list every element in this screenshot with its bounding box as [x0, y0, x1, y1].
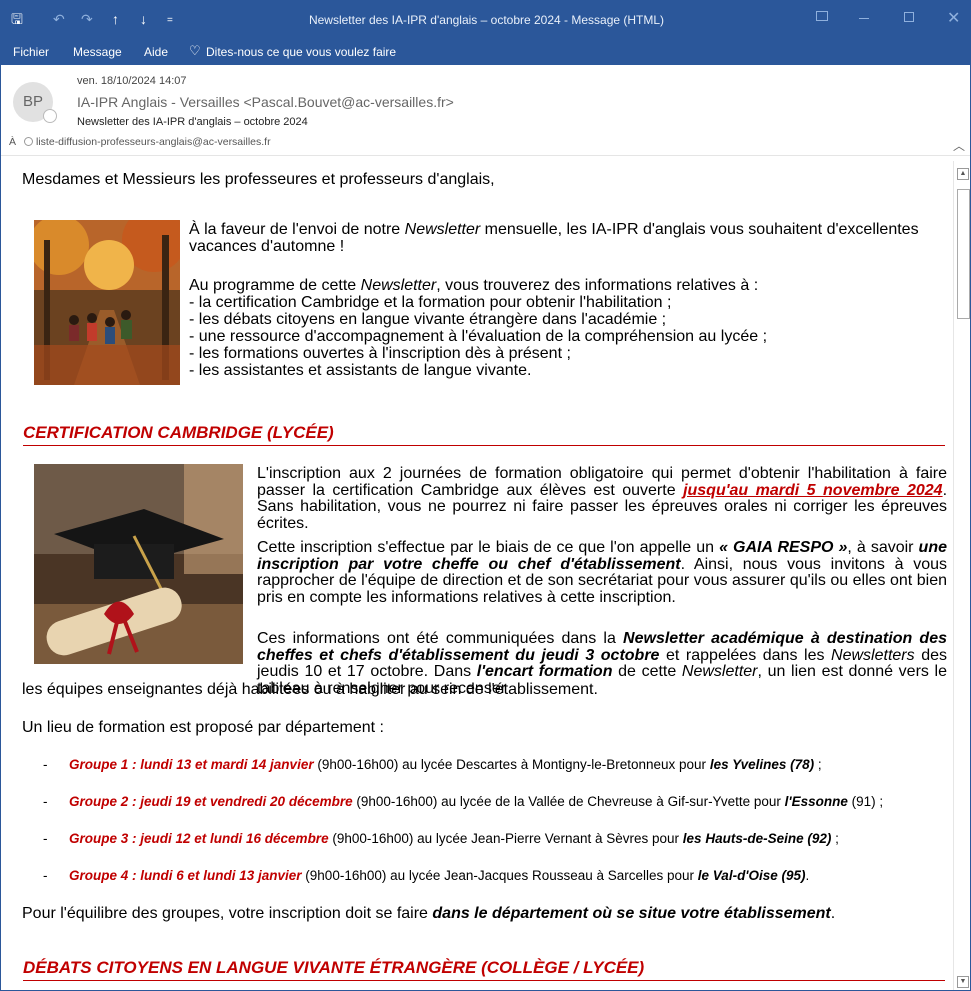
- section-heading-cambridge: CERTIFICATION CAMBRIDGE (LYCÉE): [23, 422, 945, 446]
- program-item-3: - une ressource d'accompagnement à l'éva…: [189, 328, 768, 345]
- info-text-2: et rappelées dans les: [659, 646, 832, 664]
- sender-name[interactable]: IA-IPR Anglais - Versailles <Pascal.Bouv…: [77, 93, 454, 111]
- program-item-4: - les formations ouvertes à l'inscriptio…: [189, 345, 571, 362]
- group-3-end: ;: [831, 831, 839, 846]
- intro-paragraph: À la faveur de l'envoi de notre Newslett…: [189, 221, 947, 255]
- menu-file[interactable]: Fichier: [13, 45, 49, 59]
- gaia-respo: « GAIA RESPO »: [719, 539, 848, 556]
- program-item-1: - la certification Cambridge et la forma…: [189, 294, 672, 311]
- program-newsletter: Newsletter: [360, 277, 437, 294]
- scroll-thumb[interactable]: [957, 189, 970, 319]
- ribbon-display-icon[interactable]: [816, 11, 828, 21]
- newsletters-word: Newsletters: [831, 646, 915, 664]
- program-item-5: - les assistantes et assistants de langu…: [189, 362, 532, 379]
- group-2-dates: Groupe 2 : jeudi 19 et vendredi 20 décem…: [69, 794, 353, 809]
- bullet-dash: -: [43, 831, 48, 846]
- equilibre-end: .: [830, 905, 836, 922]
- equilibre-text: Pour l'équilibre des groupes, votre insc…: [22, 905, 433, 922]
- vertical-scrollbar[interactable]: ▲ ▼: [953, 161, 970, 990]
- menu-help[interactable]: Aide: [144, 45, 168, 59]
- presence-status-icon: [43, 109, 57, 123]
- lightbulb-icon: ♡: [189, 43, 201, 58]
- recipient-status-icon: [24, 137, 34, 146]
- gaia-text: Cette inscription s'effectue par le biai…: [257, 539, 720, 556]
- encart-formation: l'encart formation: [476, 663, 613, 680]
- equilibre-paragraph: Pour l'équilibre des groupes, votre insc…: [22, 905, 835, 923]
- scroll-up-icon[interactable]: ▲: [957, 168, 969, 180]
- group-2-department: l'Essonne: [784, 794, 848, 809]
- autumn-children-image: [34, 220, 180, 385]
- bullet-dash: -: [43, 757, 48, 772]
- section-heading-debats: DÉBATS CITOYENS EN LANGUE VIVANTE ÉTRANG…: [23, 957, 945, 981]
- info-text: Ces informations ont été communiquées da…: [257, 630, 624, 647]
- recipient-address[interactable]: liste-diffusion-professeurs-anglais@ac-v…: [36, 136, 271, 148]
- intro-newsletter: Newsletter: [404, 221, 481, 238]
- registration-deadline: jusqu'au mardi 5 novembre 2024: [683, 481, 943, 499]
- group-4-end: .: [805, 868, 810, 883]
- gaia-text-mid: , à savoir: [847, 539, 919, 556]
- group-3-dates: Groupe 3 : jeudi 12 et lundi 16 décembre: [69, 831, 329, 846]
- group-2-location: (9h00-16h00) au lycée de la Vallée de Ch…: [352, 794, 785, 809]
- group-2-end: (91) ;: [847, 794, 884, 809]
- program-text-end: , vous trouverez des informations relati…: [436, 277, 759, 294]
- to-label: À: [9, 136, 17, 148]
- maximize-icon[interactable]: [904, 12, 914, 22]
- menu-message[interactable]: Message: [73, 45, 122, 59]
- close-icon[interactable]: ✕: [947, 8, 960, 28]
- recipient-line: Àliste-diffusion-professeurs-anglais@ac-…: [9, 135, 271, 149]
- group-1-end: ;: [814, 757, 822, 772]
- sent-date: ven. 18/10/2024 14:07: [77, 75, 187, 87]
- group-4-dates: Groupe 4 : lundi 6 et lundi 13 janvier: [69, 868, 302, 883]
- program-intro: Au programme de cette Newsletter, vous t…: [189, 277, 758, 295]
- info-text-4: de cette: [612, 663, 682, 680]
- cambridge-paragraph-1: L'inscription aux 2 journées de formatio…: [257, 465, 947, 532]
- group-1-dates: Groupe 1 : lundi 13 et mardi 14 janvier: [69, 757, 314, 772]
- title-bar: 🖫 ↶ ↷ ↑ ↓ = Newsletter des IA-IPR d'angl…: [1, 1, 970, 39]
- cambridge-paragraph-2: Cette inscription s'effectue par le biai…: [257, 539, 947, 606]
- group-4-department: le Val-d'Oise (95): [697, 868, 806, 883]
- collapse-header-icon[interactable]: ︿: [953, 137, 965, 154]
- lieu-formation: Un lieu de formation est proposé par dép…: [22, 719, 384, 736]
- group-3-location: (9h00-16h00) au lycée Jean-Pierre Vernan…: [328, 831, 683, 846]
- intro-text: À la faveur de l'envoi de notre: [189, 221, 405, 238]
- program-text: Au programme de cette: [189, 277, 361, 294]
- message-subject: Newsletter des IA-IPR d'anglais – octobr…: [77, 116, 308, 128]
- tell-me-search[interactable]: Dites-nous ce que vous voulez faire: [206, 45, 396, 59]
- header-divider: [1, 155, 970, 156]
- group-1-department: les Yvelines (78): [709, 757, 815, 772]
- equilibre-emphasis: dans le département où se situe votre ét…: [432, 905, 831, 922]
- program-item-2: - les débats citoyens en langue vivante …: [189, 311, 667, 328]
- group-4-location: (9h00-16h00) au lycée Jean-Jacques Rouss…: [301, 868, 698, 883]
- newsletter-word: Newsletter: [681, 663, 758, 680]
- group-1-location: (9h00-16h00) au lycée Descartes à Montig…: [313, 757, 710, 772]
- greeting: Mesdames et Messieurs les professeures e…: [22, 171, 495, 188]
- bullet-dash: -: [43, 794, 48, 809]
- minimize-icon[interactable]: [859, 18, 869, 19]
- outlook-message-window: 🖫 ↶ ↷ ↑ ↓ = Newsletter des IA-IPR d'angl…: [0, 0, 971, 991]
- menu-bar: Fichier Message Aide ♡ Dites-nous ce que…: [1, 39, 970, 65]
- bullet-dash: -: [43, 868, 48, 883]
- group-3-department: les Hauts-de-Seine (92): [682, 831, 832, 846]
- graduation-cap-diploma-image: [34, 464, 243, 664]
- cambridge-paragraph-3-end: les équipes enseignantes déjà habilitées…: [22, 681, 598, 698]
- scroll-down-icon[interactable]: ▼: [957, 976, 969, 988]
